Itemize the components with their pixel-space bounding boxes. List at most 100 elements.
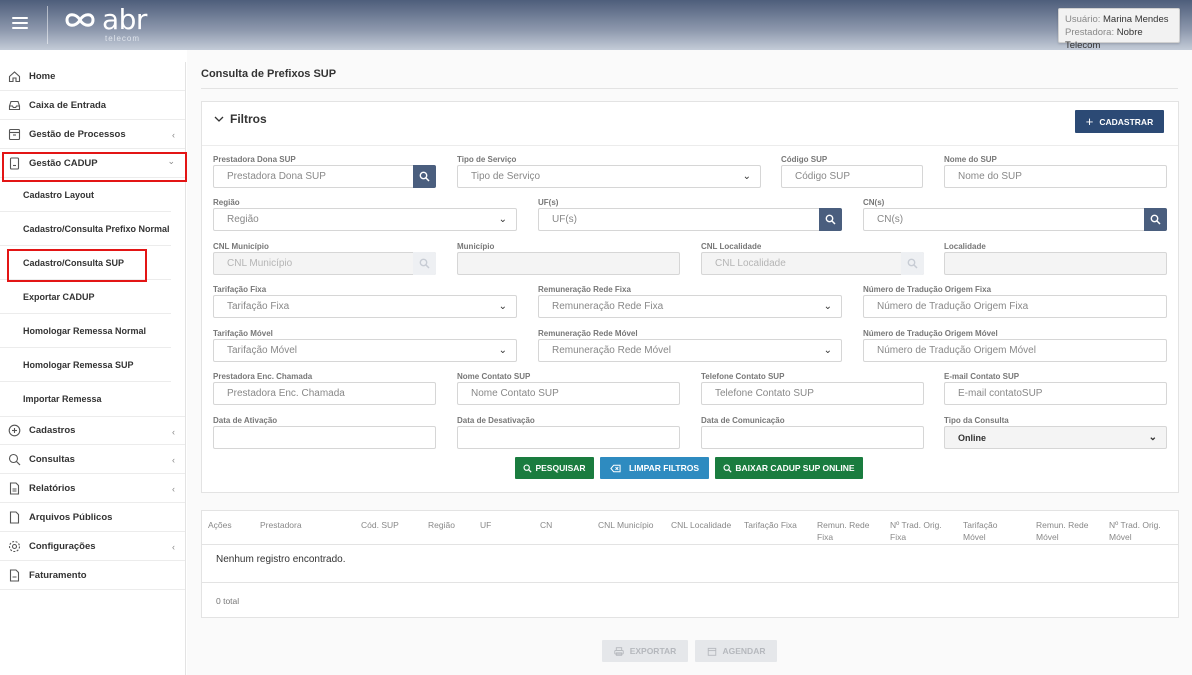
sidebar-item-configuracoes[interactable]: Configurações ‹ <box>0 532 185 561</box>
field-label: Localidade <box>944 242 986 251</box>
sidebar-item-gestao-cadup[interactable]: Gestão CADUP ⌄ <box>0 149 185 178</box>
submenu-homologar-sup[interactable]: Homologar Remessa SUP <box>0 348 171 382</box>
remuneracao-movel-select[interactable]: Remuneração Rede Móvel ⌄ <box>538 339 842 362</box>
regiao-select[interactable]: Região ⌄ <box>213 208 517 231</box>
baixar-cadup-button[interactable]: BAIXAR CADUP SUP ONLINE <box>715 457 863 479</box>
col-header[interactable]: Tarifação Móvel <box>963 519 998 543</box>
nome-contato-input[interactable]: Nome Contato SUP <box>457 382 680 405</box>
field-label: Tipo da Consulta <box>944 416 1009 425</box>
col-header[interactable]: Ações <box>208 519 232 531</box>
field-label: Prestadora Enc. Chamada <box>213 372 313 381</box>
prestadora-dona-input[interactable]: Prestadora Dona SUP <box>213 165 436 188</box>
field-label: Remuneração Rede Fixa <box>538 285 631 294</box>
data-ativacao-input[interactable] <box>213 426 436 449</box>
limpar-filtros-button[interactable]: LIMPAR FILTROS <box>600 457 709 479</box>
field-data-desativacao: Data de Desativação <box>457 415 680 449</box>
company-label: Prestadora: <box>1065 27 1115 38</box>
document-icon <box>8 156 21 170</box>
ufs-input[interactable]: UF(s) <box>538 208 842 231</box>
submenu-prefixo-normal[interactable]: Cadastro/Consulta Prefixo Normal <box>0 212 171 246</box>
cadastrar-button[interactable]: + CADASTRAR <box>1075 110 1164 133</box>
sidebar-item-gestao-processos[interactable]: Gestão de Processos ‹ <box>0 120 185 149</box>
tipo-consulta-select[interactable]: Online ⌄ <box>944 426 1167 449</box>
sidebar-item-label: Consultas <box>29 453 75 465</box>
search-button <box>413 252 436 275</box>
submenu-exportar-cadup[interactable]: Exportar CADUP <box>0 280 171 314</box>
topbar-divider <box>47 6 48 44</box>
codigo-sup-input[interactable]: Código SUP <box>781 165 923 188</box>
col-header[interactable]: Região <box>428 519 455 531</box>
title-divider <box>201 88 1178 89</box>
col-header[interactable]: CNL Município <box>598 519 653 531</box>
filters-toggle[interactable]: Filtros <box>214 112 267 126</box>
agendar-button: AGENDAR <box>695 640 777 662</box>
button-label: EXPORTAR <box>629 646 677 656</box>
col-header[interactable]: Tarifação Fixa <box>744 519 797 531</box>
submenu-importar-remessa[interactable]: Importar Remessa <box>0 382 171 416</box>
email-contato-input[interactable]: E-mail contatoSUP <box>944 382 1167 405</box>
col-header[interactable]: Remun. Rede Fixa <box>817 519 869 543</box>
filter-actions: PESQUISAR LIMPAR FILTROS BAIXAR CADUP SU… <box>515 457 863 479</box>
data-desativacao-input[interactable] <box>457 426 680 449</box>
col-header[interactable]: Prestadora <box>260 519 302 531</box>
field-telefone-contato: Telefone Contato SUP Telefone Contato SU… <box>701 371 924 405</box>
field-nome-contato: Nome Contato SUP Nome Contato SUP <box>457 371 680 405</box>
col-header[interactable]: Remun. Rede Móvel <box>1036 519 1088 543</box>
field-label: Número de Tradução Origem Fixa <box>863 285 992 294</box>
field-remuneracao-fixa: Remuneração Rede Fixa Remuneração Rede F… <box>538 284 842 318</box>
search-button[interactable] <box>1144 208 1167 231</box>
field-label: Código SUP <box>781 155 828 164</box>
main-content: Consulta de Prefixos SUP Filtros + CADAS… <box>187 50 1192 675</box>
sidebar-item-consultas[interactable]: Consultas ‹ <box>0 445 185 474</box>
col-header[interactable]: Nº Trad. Orig. Móvel <box>1109 519 1161 543</box>
table-divider <box>202 582 1178 583</box>
menu-toggle-icon[interactable] <box>12 15 28 31</box>
col-header[interactable]: UF <box>480 519 491 531</box>
remuneracao-fixa-select[interactable]: Remuneração Rede Fixa ⌄ <box>538 295 842 318</box>
field-regiao: Região Região ⌄ <box>213 197 517 231</box>
user-name: Marina Mendes <box>1103 14 1169 25</box>
sidebar-item-relatorios[interactable]: Relatórios ‹ <box>0 474 185 503</box>
results-table: Ações Prestadora Cód. SUP Região UF CN C… <box>201 510 1179 618</box>
sidebar-item-label: Gestão CADUP <box>29 157 98 169</box>
prestadora-enc-input[interactable]: Prestadora Enc. Chamada <box>213 382 436 405</box>
sidebar-item-faturamento[interactable]: Faturamento <box>0 561 185 590</box>
sidebar-item-cadastros[interactable]: Cadastros ‹ <box>0 416 185 445</box>
submenu-homologar-normal[interactable]: Homologar Remessa Normal <box>0 314 171 348</box>
tarifacao-fixa-select[interactable]: Tarifação Fixa ⌄ <box>213 295 517 318</box>
sidebar-item-arquivos-publicos[interactable]: Arquivos Públicos <box>0 503 185 532</box>
col-header[interactable]: Nº Trad. Orig. Fixa <box>890 519 942 543</box>
field-label: E-mail Contato SUP <box>944 372 1020 381</box>
invoice-icon <box>8 568 21 582</box>
num-trad-fixa-input[interactable]: Número de Tradução Origem Fixa <box>863 295 1167 318</box>
cns-input[interactable]: CN(s) <box>863 208 1167 231</box>
col-header[interactable]: Cód. SUP <box>361 519 399 531</box>
col-header[interactable]: CNL Localidade <box>671 519 731 531</box>
search-button[interactable] <box>413 165 436 188</box>
select-value: Região <box>227 214 259 225</box>
field-label: Remuneração Rede Móvel <box>538 329 638 338</box>
tipo-servico-select[interactable]: Tipo de Serviço ⌄ <box>457 165 761 188</box>
submenu-consulta-sup[interactable]: Cadastro/Consulta SUP <box>0 246 171 280</box>
field-tarifacao-movel: Tarifação Móvel Tarifação Móvel ⌄ <box>213 328 517 362</box>
submenu-cadastro-layout[interactable]: Cadastro Layout <box>0 178 171 212</box>
chevron-left-icon: ‹ <box>172 455 175 465</box>
search-button[interactable] <box>819 208 842 231</box>
input-placeholder: UF(s) <box>552 214 577 225</box>
sidebar-item-inbox[interactable]: Caixa de Entrada <box>0 91 185 120</box>
field-label: Número de Tradução Origem Móvel <box>863 329 998 338</box>
data-comunicacao-input[interactable] <box>701 426 924 449</box>
pesquisar-button[interactable]: PESQUISAR <box>515 457 594 479</box>
sidebar-item-label: Cadastros <box>29 425 76 436</box>
sidebar-item-home[interactable]: Home <box>0 62 185 91</box>
cadastrar-label: CADASTRAR <box>1099 116 1154 127</box>
gear-icon <box>8 540 21 553</box>
nome-sup-input[interactable]: Nome do SUP <box>944 165 1167 188</box>
top-bar: abr telecom Usuário: Marina Mendes Prest… <box>0 0 1192 51</box>
telefone-contato-input[interactable]: Telefone Contato SUP <box>701 382 924 405</box>
num-trad-movel-input[interactable]: Número de Tradução Origem Móvel <box>863 339 1167 362</box>
select-value: Tarifação Fixa <box>227 301 290 312</box>
search-icon <box>1150 214 1161 225</box>
col-header[interactable]: CN <box>540 519 552 531</box>
tarifacao-movel-select[interactable]: Tarifação Móvel ⌄ <box>213 339 517 362</box>
